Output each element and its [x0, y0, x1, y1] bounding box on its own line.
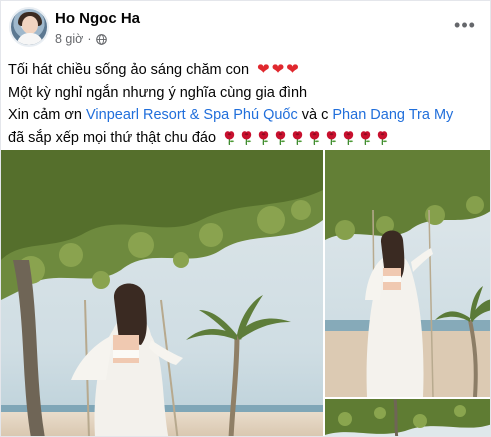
more-horizontal-icon: •••	[454, 15, 476, 35]
author-name[interactable]: Ho Ngoc Ha	[55, 10, 140, 27]
rose-emoji-icon	[377, 131, 388, 146]
tree-canopy-photo-3[interactable]	[325, 399, 490, 436]
rose-emoji-icon	[343, 131, 354, 146]
rose-emoji-icon	[241, 131, 252, 146]
globe-icon	[95, 33, 107, 45]
photo-image	[325, 150, 490, 397]
author-avatar[interactable]	[9, 7, 49, 47]
beach-swing-photo-2[interactable]	[325, 150, 490, 397]
rose-emoji-icon	[275, 131, 286, 146]
rose-emoji-icon	[326, 131, 337, 146]
tagged-user-link[interactable]: Phan Dang Tra My	[332, 104, 453, 127]
vinpearl-link[interactable]: Vinpearl Resort & Spa Phú Quốc	[86, 104, 298, 127]
photo-image	[325, 399, 490, 436]
post-line-3-middle: và c	[297, 107, 333, 123]
rose-emoji-icon	[309, 131, 320, 146]
heart-emoji-icon: ❤	[286, 61, 299, 78]
post-meta: 8 giờ ·	[55, 32, 107, 46]
photo-image	[1, 150, 323, 436]
post-card: Ho Ngoc Ha 8 giờ · ••• Tối hát chiều sốn…	[0, 0, 491, 437]
post-timestamp[interactable]: 8 giờ	[55, 32, 83, 46]
post-line-2: Một kỳ nghỉ ngắn nhưng ý nghĩa cùng gia …	[8, 84, 308, 101]
rose-emoji-icon	[224, 131, 235, 146]
rose-emoji-icon	[360, 131, 371, 146]
photo-grid	[1, 150, 490, 436]
post-line-4: đã sắp xếp mọi thứ thật chu đáo	[8, 129, 217, 146]
post-line-1: Tối hát chiều sống ảo sáng chăm con	[8, 62, 250, 78]
rose-emoji-icon	[292, 131, 303, 146]
rose-emoji-icon	[258, 131, 269, 146]
post-header: Ho Ngoc Ha 8 giờ · •••	[9, 7, 482, 53]
post-text: Tối hát chiều sống ảo sáng chăm con ❤ ❤ ❤ …	[8, 59, 482, 149]
heart-emoji-icon: ❤	[257, 61, 270, 78]
more-options-button[interactable]: •••	[450, 13, 480, 37]
rose-emoji-row	[220, 130, 390, 146]
post-line-3-prefix: Xin cảm ơn	[8, 107, 87, 123]
beach-swing-photo-1[interactable]	[1, 150, 323, 436]
heart-emoji-icon: ❤	[271, 61, 285, 78]
